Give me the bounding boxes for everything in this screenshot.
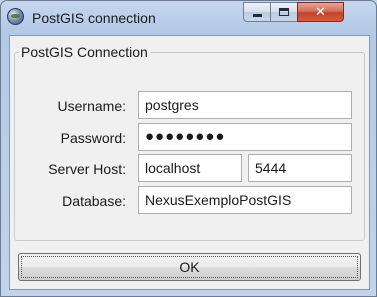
username-field[interactable]: postgres [138,91,352,119]
close-icon: ✕ [315,4,326,20]
group-legend: PostGIS Connection [21,44,148,60]
minimize-button[interactable] [243,2,270,22]
title-bar[interactable]: PostGIS connection ✕ [1,1,376,35]
password-field[interactable]: ●●●●●●●● [138,123,352,151]
ok-button[interactable]: OK [18,253,361,281]
connection-group: PostGIS Connection Username: postgres Pa… [14,44,365,241]
maximize-button[interactable] [270,2,297,22]
minimize-icon [252,13,262,17]
database-field[interactable]: NexusExemploPostGIS [138,186,352,214]
dialog-client-area: PostGIS Connection Username: postgres Pa… [9,35,370,290]
dialog-window: PostGIS connection ✕ PostGIS Connection … [0,0,377,297]
database-label: Database: [62,193,126,209]
password-label: Password: [60,130,126,146]
server-host-label: Server Host: [48,161,126,177]
window-title: PostGIS connection [32,10,156,26]
maximize-icon [279,8,289,16]
username-label: Username: [57,98,126,114]
close-button[interactable]: ✕ [297,2,344,22]
server-host-field[interactable]: localhost [138,154,242,182]
globe-icon [7,8,24,25]
server-port-field[interactable]: 5444 [248,154,352,182]
